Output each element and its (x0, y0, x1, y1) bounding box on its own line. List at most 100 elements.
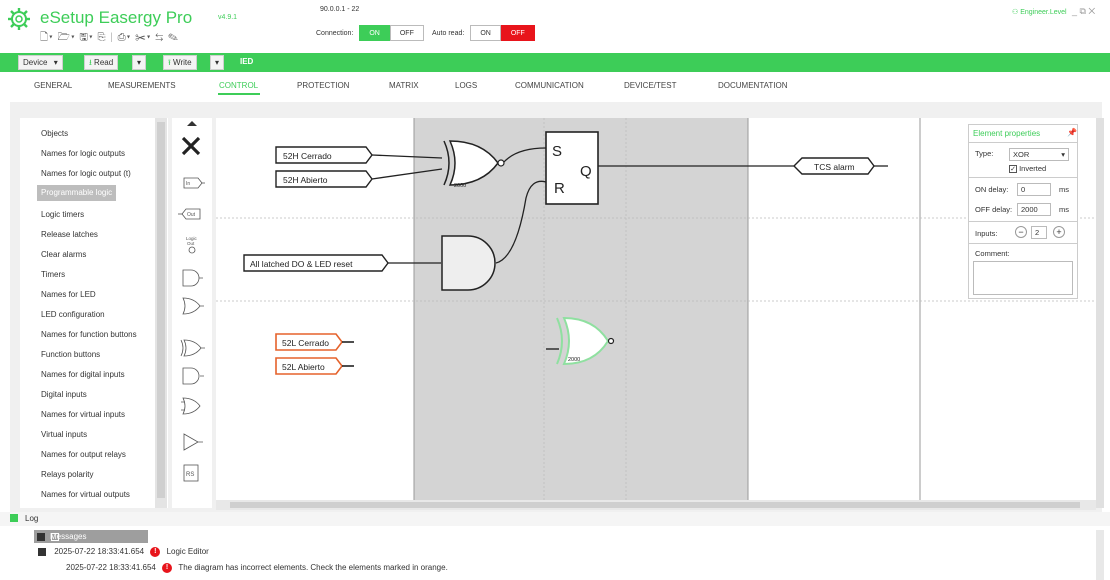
control-menu-list: Objects Names for logic outputs Names fo… (20, 118, 168, 508)
open-file-icon[interactable]: 🗁 (58, 32, 71, 43)
logic-out-icon[interactable] (188, 246, 196, 254)
on-delay-input[interactable]: 0 (1017, 183, 1051, 196)
connection-label: Connection: (316, 29, 354, 37)
menu-item-logic-timers[interactable]: Logic timers (40, 207, 84, 223)
autoread-off-button[interactable]: OFF (500, 25, 535, 41)
menu-item-clear-alarms[interactable]: Clear alarms (40, 247, 86, 263)
menu-item-digital-inputs[interactable]: Digital inputs (40, 387, 87, 403)
menu-item-names-digital-inputs[interactable]: Names for digital inputs (40, 367, 125, 383)
nand-gate-icon[interactable] (182, 367, 204, 385)
and-gate[interactable] (441, 235, 496, 291)
menu-item-programmable-logic[interactable]: Programmable logic (37, 185, 117, 201)
wrench-icon[interactable]: ✎ (168, 32, 179, 43)
pin-icon[interactable]: 📌 (1067, 128, 1077, 137)
tab-logs[interactable]: LOGS (455, 81, 477, 90)
input-52h-cerrado[interactable]: 52H Cerrado (275, 146, 373, 164)
canvas-scrollbar-thumb[interactable] (230, 502, 1080, 508)
export-icon[interactable]: ⎘ (97, 32, 106, 43)
connection-off-button[interactable]: OFF (389, 25, 424, 41)
palette-logic-out-label: Out (187, 241, 195, 246)
and-gate-icon[interactable] (182, 269, 203, 287)
off-delay-label: OFF delay: (975, 205, 1013, 214)
menu-item-names-output-relays[interactable]: Names for output relays (40, 447, 126, 463)
input-52l-abierto-invalid[interactable]: 52L Abierto (275, 357, 354, 375)
palette-rs-label: RS (186, 472, 194, 478)
autoread-label: Auto read: (432, 29, 465, 37)
menu-item-names-logic-outputs[interactable]: Names for logic outputs (40, 146, 125, 162)
user-icon: ⚇ (1012, 9, 1019, 16)
connection-on-button[interactable]: ON (359, 25, 390, 41)
input-52l-cerrado-invalid[interactable]: 52L Cerrado (275, 333, 354, 351)
delete-x-icon[interactable] (181, 136, 201, 156)
input-52h-abierto[interactable]: 52H Abierto (275, 170, 373, 188)
tab-device-test[interactable]: DEVICE/TEST (624, 81, 676, 90)
menu-item-virtual-inputs[interactable]: Virtual inputs (40, 427, 87, 443)
app-title: eSetup Easergy Pro (40, 8, 193, 27)
comment-textarea[interactable] (973, 261, 1073, 295)
tab-documentation[interactable]: DOCUMENTATION (718, 81, 787, 90)
tools-icon[interactable]: ✂ (135, 32, 147, 43)
menu-item-names-led[interactable]: Names for LED (40, 287, 96, 303)
read-dropdown-button[interactable]: ▾ (132, 55, 147, 70)
collapse-icon[interactable] (38, 548, 46, 556)
log-entry[interactable]: 2025-07-22 18:33:41.654 ! The diagram ha… (66, 563, 448, 573)
menu-item-names-logic-output-t[interactable]: Names for logic output (t) (40, 166, 131, 182)
collapse-icon[interactable] (37, 533, 45, 541)
log-entry[interactable]: 2025-07-22 18:33:41.654 ! Logic Editor (38, 547, 209, 557)
inverted-checkbox[interactable]: ✓ Inverted (1009, 164, 1046, 173)
increase-inputs-button[interactable]: + (1053, 226, 1065, 238)
logic-canvas[interactable]: 52H Cerrado 52H Abierto All latched DO &… (216, 118, 1096, 503)
menu-item-led-configuration[interactable]: LED configuration (40, 307, 105, 323)
menu-item-names-virtual-outputs[interactable]: Names for virtual outputs (40, 487, 130, 503)
menu-item-names-virtual-inputs[interactable]: Names for virtual inputs (40, 407, 125, 423)
canvas-vertical-scrollbar[interactable] (1096, 118, 1104, 508)
log-toggle-icon[interactable] (10, 514, 18, 522)
nor-gate-icon[interactable] (181, 397, 201, 415)
not-gate-icon[interactable] (183, 433, 203, 451)
sr-latch[interactable]: S R Q (545, 131, 599, 205)
new-file-icon[interactable]: 🗋 (40, 32, 49, 43)
tab-protection[interactable]: PROTECTION (297, 81, 349, 90)
tab-matrix[interactable]: MATRIX (389, 81, 419, 90)
off-delay-input[interactable]: 2000 (1017, 203, 1051, 216)
write-label: Write (173, 58, 192, 67)
tab-communication[interactable]: COMMUNICATION (515, 81, 584, 90)
tab-control[interactable]: CONTROL (219, 81, 258, 90)
input-label: All latched DO & LED reset (250, 259, 353, 269)
output-tcs-alarm[interactable]: TCS alarm (793, 157, 875, 175)
ied-label[interactable]: IED (240, 57, 253, 66)
device-menu-button[interactable]: Device ▾ (18, 55, 63, 70)
scroll-up-icon[interactable] (187, 121, 197, 126)
gate-code: 2000 (568, 357, 580, 363)
tab-measurements[interactable]: MEASUREMENTS (108, 81, 176, 90)
inputs-value[interactable]: 2 (1031, 226, 1047, 239)
write-button[interactable]: ⭱ Write (163, 55, 197, 70)
print-icon[interactable]: ⎙ (118, 32, 127, 43)
quick-access-toolbar: 🗋▾ 🗁▾ 🖫▾ ⎘ | ⎙▾ ✂▾ ⇆ ✎ (40, 32, 180, 43)
menu-item-objects[interactable]: Objects (40, 126, 68, 142)
autoread-on-button[interactable]: ON (470, 25, 501, 41)
type-select[interactable]: XOR ▾ (1009, 148, 1069, 161)
log-scrollbar[interactable] (1096, 530, 1104, 580)
user-level[interactable]: ⚇ Engineer.Level (1012, 8, 1067, 16)
gear-logo-icon (8, 8, 30, 30)
decrease-inputs-button[interactable]: − (1015, 226, 1027, 238)
or-gate-icon[interactable] (182, 297, 204, 315)
gate-code: 2000 (454, 183, 466, 189)
menu-item-release-latches[interactable]: Release latches (40, 227, 98, 243)
write-dropdown-button[interactable]: ▾ (210, 55, 225, 70)
xor-gate-icon[interactable] (180, 339, 205, 357)
read-button[interactable]: ⭳ Read (84, 55, 119, 70)
input-all-latched-reset[interactable]: All latched DO & LED reset (243, 254, 389, 272)
menu-item-relays-polarity[interactable]: Relays polarity (40, 467, 93, 483)
menu-scrollbar-thumb[interactable] (157, 122, 165, 498)
menu-item-function-buttons[interactable]: Function buttons (40, 347, 100, 363)
app-window: eSetup Easergy Pro v4.9.1 🗋▾ 🗁▾ 🖫▾ ⎘ | ⎙… (0, 0, 1110, 580)
window-controls[interactable]: _ ⧉ ✕ (1072, 6, 1095, 17)
save-icon[interactable]: 🖫 (79, 32, 89, 43)
menu-item-names-function-buttons[interactable]: Names for function buttons (40, 327, 137, 343)
tab-general[interactable]: GENERAL (34, 81, 72, 90)
menu-item-timers[interactable]: Timers (40, 267, 65, 283)
comment-label: Comment: (975, 249, 1010, 258)
compare-icon[interactable]: ⇆ (155, 32, 164, 43)
